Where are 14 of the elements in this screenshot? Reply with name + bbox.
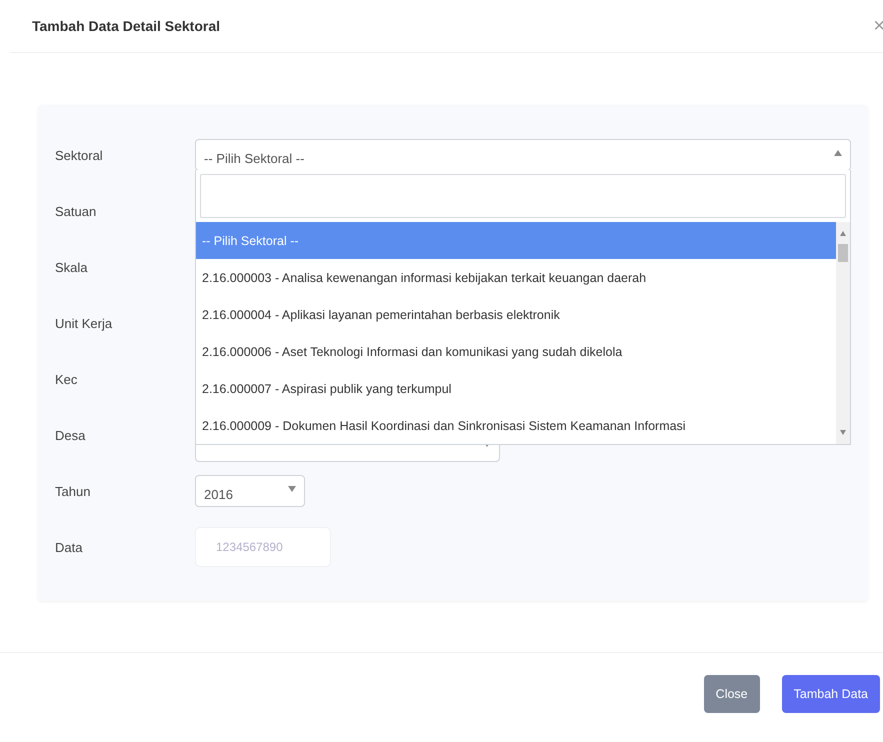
data-input[interactable]: 1234567890 — [195, 527, 331, 567]
field-label: Unit Kerja — [55, 316, 114, 330]
field-label: Tahun — [55, 484, 92, 498]
field-label: Kec — [55, 372, 78, 386]
close-button[interactable]: Close — [704, 675, 760, 713]
dialog-title: Tambah Data Detail Sektoral — [32, 18, 220, 34]
field-label: Desa — [55, 428, 86, 442]
field-label: Data — [55, 540, 84, 554]
submit-button[interactable]: Tambah Data — [782, 675, 880, 713]
year-select[interactable]: 2016 — [195, 475, 305, 507]
field-label: Satuan — [55, 204, 98, 218]
field-label: Skala — [55, 260, 89, 274]
field-label: Sektoral — [55, 148, 104, 162]
sektoral-select[interactable]: -- Pilih Sektoral -- — [195, 139, 851, 171]
